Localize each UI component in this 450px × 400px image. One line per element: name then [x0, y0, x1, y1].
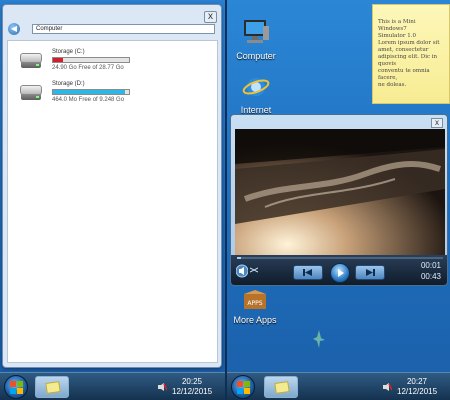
start-button[interactable] — [4, 375, 28, 399]
drive-free-text: 24.90 Go Free of 28.77 Go — [52, 65, 124, 71]
desktop-icon-label: More Apps — [233, 315, 277, 325]
sticky-note-line: Lorem ipsum dolor sit — [378, 40, 440, 46]
clock-date: 12/12/2015 — [172, 387, 213, 396]
right-screen: Computer Internet APPS More Apps This is… — [227, 0, 450, 400]
sticky-note-icon — [274, 381, 290, 394]
media-player-window: x 00:01 00:43 — [230, 114, 448, 286]
volume-icon[interactable] — [236, 264, 248, 278]
internet-explorer-icon — [242, 78, 270, 96]
left-screen: x ◀ Computer Storage (C:) 24.90 Go Free … — [0, 0, 225, 400]
taskbar-sticky-notes-button[interactable] — [35, 376, 69, 398]
taskbar: 20:25 12/12/2015 — [0, 372, 225, 400]
drive-name: Storage (C:) — [52, 49, 85, 55]
sticky-note-line: Simulator 1.0 — [378, 33, 416, 39]
taskbar: 20:27 12/12/2015 — [227, 372, 450, 400]
shuffle-icon[interactable] — [250, 266, 258, 274]
windows-logo-icon — [10, 381, 23, 394]
explorer-window: x ◀ Computer Storage (C:) 24.90 Go Free … — [2, 4, 222, 368]
previous-button[interactable] — [293, 265, 323, 280]
back-arrow-icon[interactable]: ◀ — [8, 23, 20, 35]
player-controls: 00:01 00:43 — [231, 255, 447, 285]
explorer-content: Storage (C:) 24.90 Go Free of 28.77 Go S… — [7, 40, 218, 363]
speaker-muted-icon[interactable] — [383, 383, 392, 391]
drive-c[interactable]: Storage (C:) 24.90 Go Free of 28.77 Go — [20, 49, 200, 79]
taskbar-clock[interactable]: 20:25 12/12/2015 — [172, 377, 212, 397]
taskbar-clock[interactable]: 20:27 12/12/2015 — [397, 377, 437, 397]
sticky-note-line: This is a Mini Windows7 — [378, 19, 416, 32]
start-button[interactable] — [231, 375, 255, 399]
next-icon — [366, 269, 375, 276]
desktop-icon-internet[interactable]: Internet — [230, 74, 282, 115]
address-bar[interactable]: Computer — [32, 24, 215, 34]
desktop-icon-label: Computer — [236, 51, 276, 61]
drive-usage-bar — [52, 89, 130, 95]
sticky-note-line: conventu te omnia facere, — [378, 68, 430, 81]
drive-usage-fill — [53, 58, 64, 62]
drive-d[interactable]: Storage (D:) 464.0 Mo Free of 9.248 Go — [20, 81, 200, 111]
windows-logo-icon — [237, 381, 250, 394]
hard-drive-icon — [20, 85, 42, 100]
video-image — [235, 129, 445, 257]
total-duration: 00:43 — [420, 272, 441, 281]
seek-bar[interactable] — [237, 257, 443, 259]
play-button[interactable] — [330, 263, 350, 283]
sticky-note-icon — [45, 381, 61, 394]
apps-box-icon: APPS — [244, 290, 266, 309]
windows-flag-watermark-icon — [313, 330, 325, 348]
player-close-button[interactable]: x — [431, 118, 443, 128]
elapsed-time: 00:01 — [420, 261, 441, 270]
drive-name: Storage (D:) — [52, 81, 85, 87]
sticky-note-line: adipiscing elit. Dic in quovis — [378, 54, 438, 67]
seek-progress — [237, 257, 242, 259]
explorer-close-button[interactable]: x — [204, 11, 217, 23]
desktop-icon-computer[interactable]: Computer — [230, 18, 282, 61]
clock-date: 12/12/2015 — [397, 387, 438, 396]
clock-time: 20:25 — [181, 377, 203, 386]
play-icon — [338, 269, 344, 277]
hard-drive-icon — [20, 53, 42, 68]
computer-icon — [244, 20, 269, 43]
sticky-note-line: ne doleas. — [378, 82, 407, 88]
next-button[interactable] — [355, 265, 385, 280]
sticky-note-line: amet, consectetur — [378, 47, 429, 53]
speaker-muted-icon[interactable] — [158, 383, 167, 391]
drive-usage-fill — [53, 90, 126, 94]
svg-text:APPS: APPS — [247, 300, 262, 307]
taskbar-sticky-notes-button[interactable] — [264, 376, 298, 398]
drive-usage-bar — [52, 57, 130, 63]
drive-free-text: 464.0 Mo Free of 9.248 Go — [52, 97, 125, 103]
sticky-note[interactable]: This is a Mini Windows7 Simulator 1.0 Lo… — [372, 4, 450, 104]
clock-time: 20:27 — [406, 377, 428, 386]
desktop-icon-more-apps[interactable]: APPS More Apps — [229, 290, 281, 325]
previous-icon — [303, 269, 312, 276]
video-frame[interactable] — [235, 129, 445, 257]
